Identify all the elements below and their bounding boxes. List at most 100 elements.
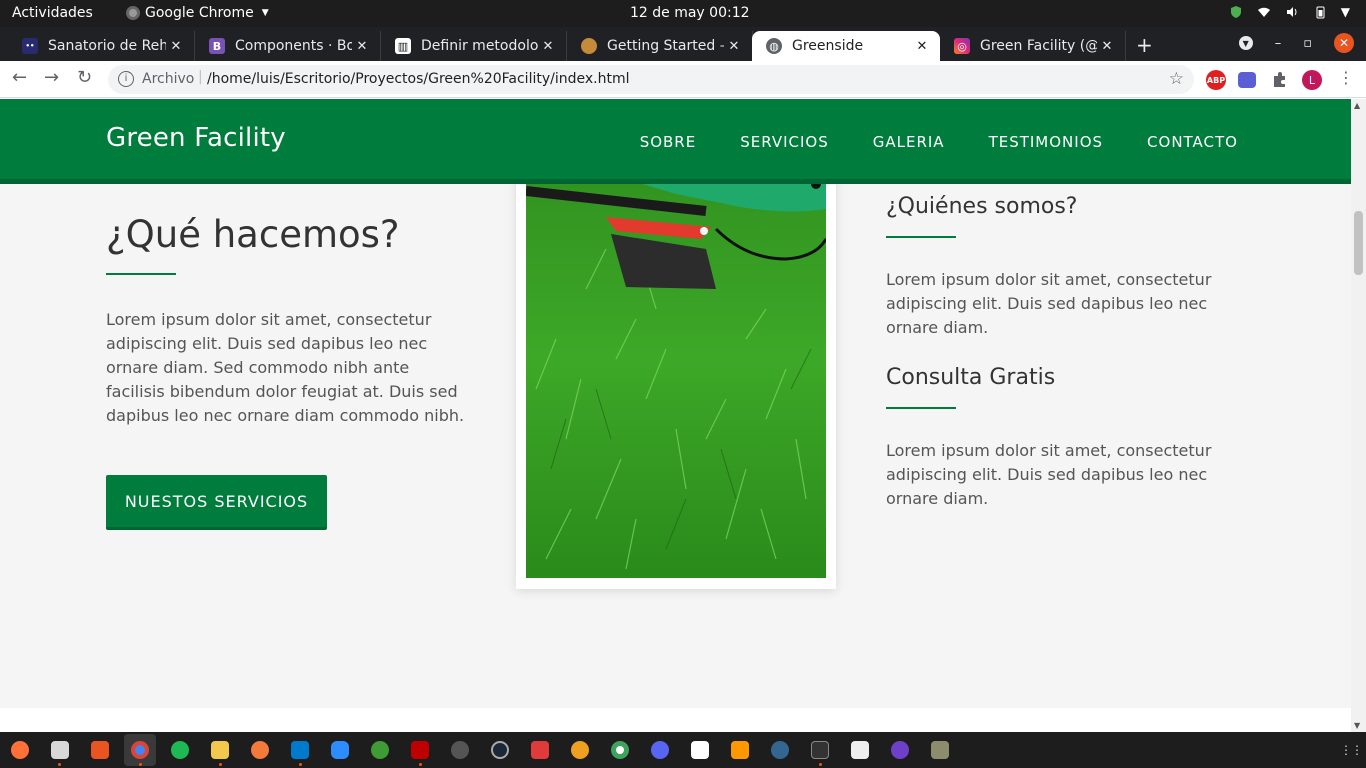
- tab-greenside[interactable]: ◍ Greenside ✕: [752, 31, 940, 61]
- chrome-dock-icon[interactable]: [131, 741, 149, 759]
- chrome-icon: [126, 6, 140, 20]
- consult-text: Lorem ipsum dolor sit amet, consectetur …: [886, 441, 1212, 508]
- spotify-icon[interactable]: [171, 741, 189, 759]
- tab-title: Components · Bootstrap: [235, 38, 352, 54]
- firefox-icon[interactable]: [11, 741, 29, 759]
- page-scrollbar[interactable]: ▲ ▼: [1351, 99, 1366, 732]
- window-close-icon[interactable]: ✕: [1334, 33, 1354, 53]
- back-arrow-icon[interactable]: ←: [12, 67, 27, 88]
- site-brand[interactable]: Green Facility: [106, 123, 286, 153]
- sublime-icon[interactable]: [731, 741, 749, 759]
- nav-link-contacto[interactable]: CONTACTO: [1147, 133, 1238, 151]
- section-title: ¿Qué hacemos?: [106, 213, 400, 256]
- next-section: [0, 708, 1351, 732]
- page-viewport: Green Facility SOBRE SERVICIOS GALERIA T…: [0, 99, 1351, 732]
- close-icon[interactable]: ✕: [538, 39, 558, 54]
- tab-search-icon[interactable]: ▼: [1238, 36, 1253, 50]
- software-center-icon[interactable]: [91, 741, 109, 759]
- lawnmower-on-grass-image: [526, 139, 826, 578]
- wifi-icon[interactable]: [1257, 5, 1271, 19]
- browser-toolbar: ← → ↻ i Archivo | /home/luis/Escritorio/…: [0, 61, 1366, 98]
- address-url[interactable]: /home/luis/Escritorio/Proyectos/Green%20…: [207, 71, 629, 87]
- tab-getting-started[interactable]: Getting Started – ✕: [567, 31, 753, 61]
- power-menu-caret-icon[interactable]: ▼: [1341, 5, 1350, 19]
- close-icon[interactable]: ✕: [166, 39, 186, 54]
- extensions-puzzle-icon[interactable]: [1270, 70, 1290, 90]
- caret-down-icon: ▼: [261, 8, 269, 18]
- more-menu-icon[interactable]: ⋮: [1338, 68, 1354, 87]
- inkscape-icon[interactable]: [851, 741, 869, 759]
- address-scheme: Archivo: [142, 71, 195, 87]
- steam-icon[interactable]: [491, 741, 509, 759]
- new-tab-plus-icon[interactable]: +: [1136, 33, 1153, 57]
- title-underline: [106, 273, 176, 275]
- section-text: Lorem ipsum dolor sit amet, consectetur …: [106, 310, 465, 425]
- shield-icon[interactable]: [1229, 5, 1243, 19]
- close-icon[interactable]: ✕: [912, 39, 932, 54]
- running-indicator: [219, 763, 222, 766]
- files-icon[interactable]: [51, 741, 69, 759]
- volume-icon[interactable]: [1285, 5, 1299, 19]
- battery-icon[interactable]: [1313, 5, 1327, 19]
- nav-link-testimonios[interactable]: TESTIMONIOS: [989, 133, 1103, 151]
- tab-title: Greenside: [792, 38, 864, 54]
- globe-favicon: ◍: [766, 38, 782, 54]
- services-button[interactable]: NUESTOS SERVICIOS: [106, 475, 327, 530]
- tab-sanatorio[interactable]: •• Sanatorio de Rehabilitación ✕: [8, 31, 195, 61]
- activities-button[interactable]: Actividades: [12, 5, 93, 21]
- system-monitor-icon[interactable]: [811, 741, 829, 759]
- profile-avatar[interactable]: L: [1302, 70, 1322, 90]
- vscode-icon[interactable]: [291, 741, 309, 759]
- tab-instagram[interactable]: ◎ Green Facility (@g ✕: [940, 31, 1126, 61]
- getting-started-favicon: [581, 38, 597, 54]
- maximize-icon[interactable]: ▫: [1303, 36, 1312, 51]
- libreoffice-icon[interactable]: [611, 741, 629, 759]
- address-bar[interactable]: i Archivo | /home/luis/Escritorio/Proyec…: [108, 65, 1194, 94]
- tab-title: Getting Started –: [607, 38, 724, 54]
- scroll-up-icon[interactable]: ▲: [1354, 101, 1360, 110]
- nav-link-sobre[interactable]: SOBRE: [640, 133, 697, 151]
- extension-screen-icon[interactable]: [1238, 72, 1256, 88]
- notion-icon[interactable]: [691, 741, 709, 759]
- filezilla-icon[interactable]: [411, 741, 429, 759]
- zoom-icon[interactable]: [331, 741, 349, 759]
- system-top-bar: Actividades Google Chrome ▼ 12 de may 00…: [0, 0, 1366, 27]
- site-nav-links: SOBRE SERVICIOS GALERIA TESTIMONIOS CONT…: [640, 133, 1238, 151]
- postman-icon[interactable]: [251, 741, 269, 759]
- nav-link-servicios[interactable]: SERVICIOS: [740, 133, 829, 151]
- app-menu[interactable]: Google Chrome ▼: [126, 5, 269, 21]
- mongodb-icon[interactable]: [371, 741, 389, 759]
- bookmark-star-icon[interactable]: ☆: [1169, 69, 1184, 89]
- archive-manager-icon[interactable]: [931, 741, 949, 759]
- github-desktop-icon[interactable]: [891, 741, 909, 759]
- about-column: ¿Quiénes somos? Lorem ipsum dolor sit am…: [886, 191, 1246, 511]
- site-navbar: Green Facility SOBRE SERVICIOS GALERIA T…: [0, 99, 1351, 184]
- dbeaver-icon[interactable]: [571, 741, 589, 759]
- scrollbar-thumb[interactable]: [1354, 211, 1363, 275]
- scroll-down-icon[interactable]: ▼: [1354, 721, 1360, 730]
- running-indicator: [299, 763, 302, 766]
- trello-favicon: ▥: [395, 38, 411, 54]
- show-applications-icon[interactable]: ⋮⋮⋮: [1340, 743, 1366, 757]
- tab-bootstrap[interactable]: B Components · Bootstrap ✕: [195, 31, 381, 61]
- adblock-plus-icon[interactable]: ABP: [1206, 70, 1226, 90]
- photo-card: [516, 139, 836, 589]
- system-tray[interactable]: ▼: [1229, 5, 1350, 19]
- notes-icon[interactable]: [211, 741, 229, 759]
- info-icon[interactable]: i: [118, 71, 134, 87]
- minimize-icon[interactable]: –: [1275, 36, 1282, 51]
- insomnia-icon[interactable]: [451, 741, 469, 759]
- close-icon[interactable]: ✕: [352, 39, 372, 54]
- running-indicator: [58, 763, 61, 766]
- close-icon[interactable]: ✕: [724, 39, 744, 54]
- system-clock[interactable]: 12 de may 00:12: [630, 5, 750, 21]
- nav-link-galeria[interactable]: GALERIA: [873, 133, 945, 151]
- sanatorio-favicon: ••: [22, 38, 38, 54]
- close-icon[interactable]: ✕: [1097, 39, 1117, 54]
- pgadmin-icon[interactable]: [771, 741, 789, 759]
- forward-arrow-icon[interactable]: →: [44, 67, 59, 88]
- anydesk-icon[interactable]: [531, 741, 549, 759]
- discord-icon[interactable]: [651, 741, 669, 759]
- reload-icon[interactable]: ↻: [77, 67, 92, 88]
- tab-trello[interactable]: ▥ Definir metodología ✕: [381, 31, 567, 61]
